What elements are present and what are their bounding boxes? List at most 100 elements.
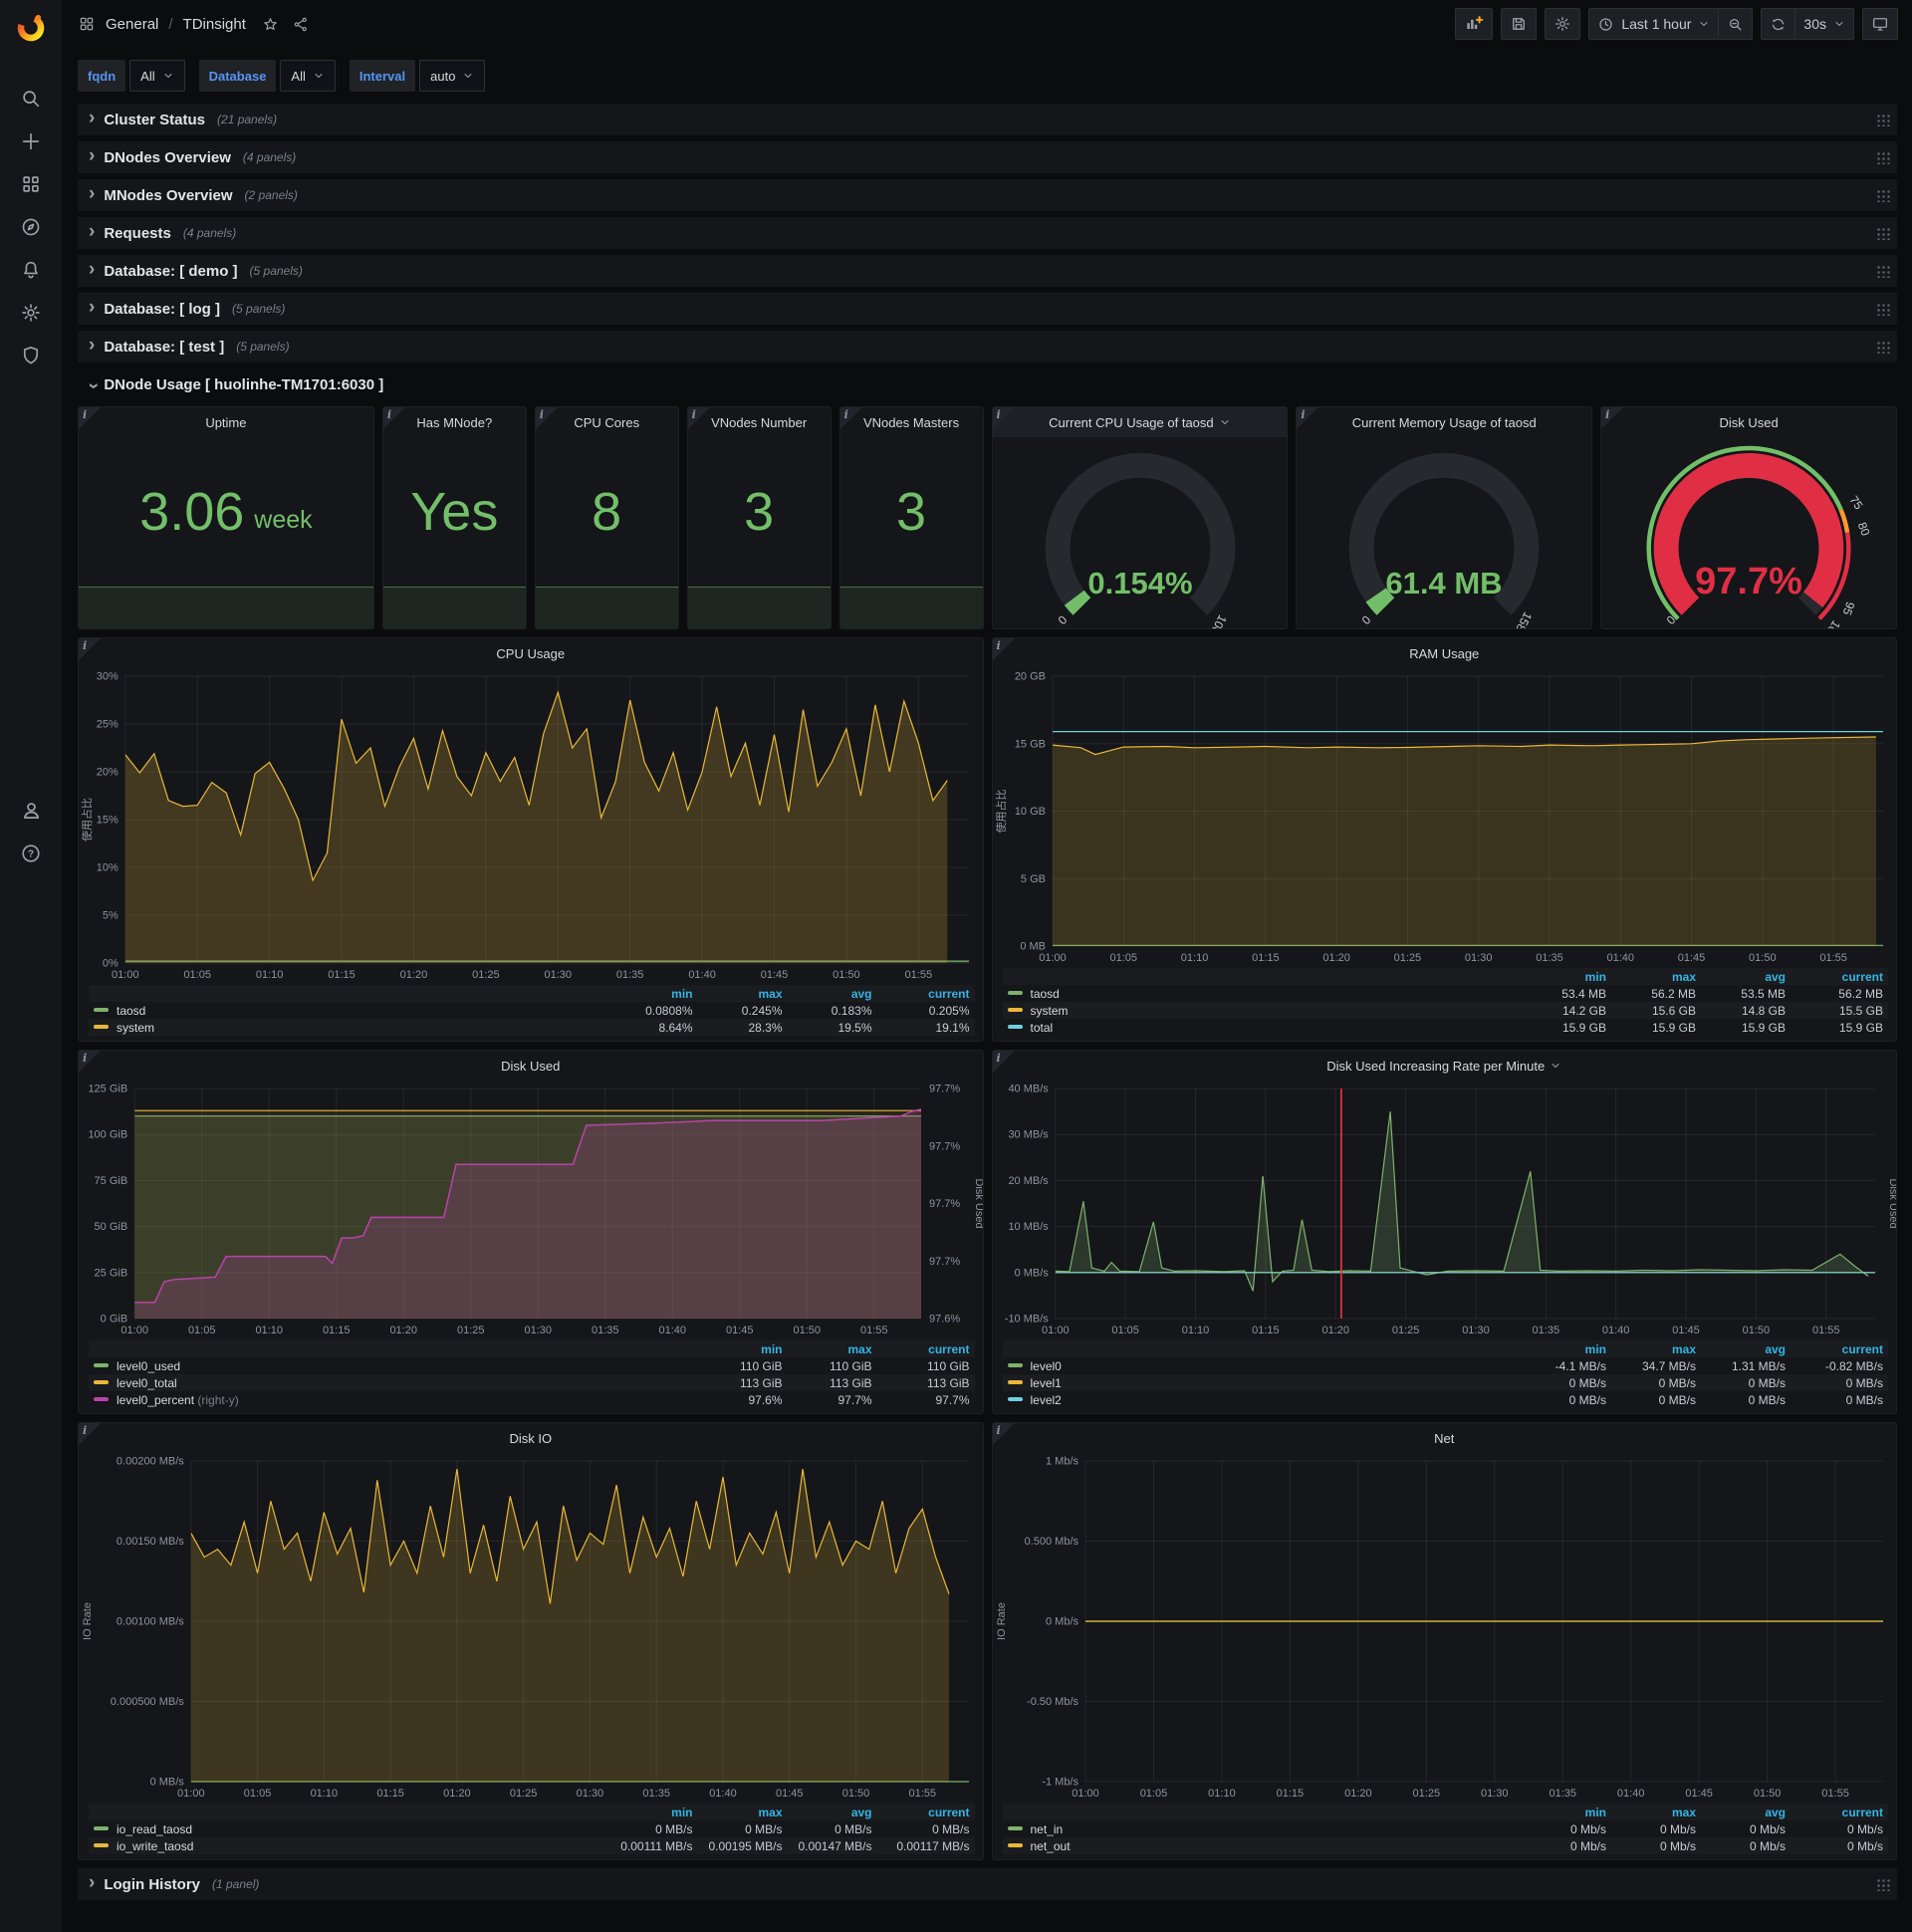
- legend-series-name[interactable]: total: [1003, 1019, 1523, 1036]
- panel-info-icon[interactable]: i: [1297, 407, 1319, 429]
- help-icon[interactable]: ?: [9, 832, 53, 874]
- legend-series-name[interactable]: level0_percent (right-y): [89, 1391, 698, 1408]
- panel-info-icon[interactable]: i: [79, 638, 101, 660]
- panel-title[interactable]: Net: [993, 1423, 1897, 1453]
- legend-col-min[interactable]: min: [1522, 1804, 1611, 1820]
- dashboard-row[interactable]: › Database: [ test ] (5 panels): [78, 331, 1897, 362]
- legend-col-min[interactable]: min: [1522, 1340, 1611, 1357]
- alerting-bell-icon[interactable]: [9, 248, 53, 291]
- search-icon[interactable]: [9, 77, 53, 120]
- panel-title[interactable]: Disk Used Increasing Rate per Minute: [993, 1051, 1897, 1081]
- legend-col-avg[interactable]: avg: [1701, 968, 1791, 985]
- legend-col-min[interactable]: min: [608, 1804, 698, 1820]
- panel-info-icon[interactable]: i: [382, 407, 405, 429]
- panel-info-icon[interactable]: i: [1601, 407, 1624, 429]
- panel-title[interactable]: Current Memory Usage of taosd: [1297, 407, 1591, 437]
- add-panel-button[interactable]: [1455, 8, 1494, 40]
- legend-col-max[interactable]: max: [1611, 1340, 1701, 1357]
- panel-title[interactable]: Uptime: [79, 407, 373, 437]
- legend-series-name[interactable]: level2: [1003, 1391, 1523, 1408]
- panel-info-icon[interactable]: i: [992, 407, 1015, 429]
- legend-series-name[interactable]: level1: [1003, 1374, 1523, 1391]
- zoom-out-time-button[interactable]: [1718, 8, 1754, 40]
- row-drag-handle[interactable]: [1876, 114, 1890, 126]
- star-icon[interactable]: [262, 16, 279, 33]
- user-avatar-icon[interactable]: [9, 789, 53, 832]
- panel-info-icon[interactable]: i: [839, 407, 862, 429]
- panel-info-icon[interactable]: i: [79, 1051, 101, 1073]
- panel-title[interactable]: Disk Used: [1601, 407, 1896, 437]
- legend-col-min[interactable]: min: [1522, 968, 1611, 985]
- configuration-gear-icon[interactable]: [9, 291, 53, 334]
- dashboard-row-dnode-usage[interactable]: › DNode Usage [ huolinhe-TM1701:6030 ]: [78, 368, 1897, 400]
- legend-col-current[interactable]: current: [1791, 1804, 1888, 1820]
- variable-value-dropdown[interactable]: All: [280, 60, 336, 92]
- row-drag-handle[interactable]: [1876, 189, 1890, 202]
- legend-col-current[interactable]: current: [1791, 968, 1888, 985]
- dashboards-icon[interactable]: [9, 162, 53, 205]
- dashboard-row[interactable]: › Database: [ log ] (5 panels): [78, 293, 1897, 325]
- panel-info-icon[interactable]: i: [992, 1423, 1015, 1445]
- variable-label[interactable]: Interval: [349, 60, 416, 92]
- legend-col-current[interactable]: current: [877, 1804, 975, 1820]
- legend-series-name[interactable]: system: [1003, 1002, 1523, 1019]
- legend-col-avg[interactable]: avg: [1701, 1804, 1791, 1820]
- legend-series-name[interactable]: net_in: [1003, 1820, 1523, 1837]
- refresh-button[interactable]: [1761, 8, 1796, 40]
- row-drag-handle[interactable]: [1876, 151, 1890, 164]
- legend-col-min[interactable]: min: [608, 985, 698, 1002]
- save-dashboard-button[interactable]: [1501, 8, 1538, 40]
- legend-series-name[interactable]: taosd: [89, 1002, 608, 1019]
- panel-info-icon[interactable]: i: [992, 1051, 1015, 1073]
- panel-info-icon[interactable]: i: [992, 638, 1015, 660]
- legend-col-avg[interactable]: avg: [1701, 1340, 1791, 1357]
- legend-series-name[interactable]: taosd: [1003, 985, 1523, 1002]
- row-drag-handle[interactable]: [1876, 227, 1890, 240]
- breadcrumb-title[interactable]: TDinsight: [183, 16, 246, 33]
- explore-compass-icon[interactable]: [9, 205, 53, 248]
- panel-title[interactable]: Disk IO: [79, 1423, 983, 1453]
- legend-series-name[interactable]: level0: [1003, 1357, 1523, 1374]
- grafana-logo[interactable]: [14, 10, 48, 49]
- legend-col-max[interactable]: max: [698, 1804, 788, 1820]
- legend-col-max[interactable]: max: [1611, 968, 1701, 985]
- panel-title[interactable]: Disk Used: [79, 1051, 983, 1081]
- cycle-view-mode-button[interactable]: [1862, 8, 1898, 40]
- legend-series-name[interactable]: level0_total: [89, 1374, 698, 1391]
- dashboard-row[interactable]: › DNodes Overview (4 panels): [78, 141, 1897, 173]
- panel-info-icon[interactable]: i: [79, 407, 101, 429]
- panel-info-icon[interactable]: i: [79, 1423, 101, 1445]
- row-drag-handle[interactable]: [1876, 341, 1890, 354]
- legend-col-avg[interactable]: avg: [788, 1804, 877, 1820]
- dashboard-row[interactable]: › Cluster Status (21 panels): [78, 104, 1897, 135]
- variable-label[interactable]: Database: [198, 60, 277, 92]
- refresh-interval-dropdown[interactable]: 30s: [1794, 8, 1854, 40]
- panel-info-icon[interactable]: i: [535, 407, 558, 429]
- create-plus-icon[interactable]: [9, 120, 53, 162]
- variable-label[interactable]: fqdn: [78, 60, 126, 92]
- legend-col-avg[interactable]: avg: [788, 985, 877, 1002]
- time-range-button[interactable]: Last 1 hour: [1588, 8, 1720, 40]
- panel-title[interactable]: RAM Usage: [993, 638, 1897, 668]
- legend-col-min[interactable]: min: [698, 1340, 788, 1357]
- dashboard-settings-button[interactable]: [1545, 8, 1581, 40]
- row-drag-handle[interactable]: [1876, 303, 1890, 316]
- panel-title[interactable]: CPU Usage: [79, 638, 983, 668]
- legend-series-name[interactable]: io_read_taosd: [89, 1820, 608, 1837]
- breadcrumb-section[interactable]: General: [106, 16, 158, 33]
- panel-info-icon[interactable]: i: [687, 407, 710, 429]
- legend-series-name[interactable]: system: [89, 1019, 608, 1036]
- variable-value-dropdown[interactable]: auto: [419, 60, 486, 92]
- dashboard-row[interactable]: › Requests (4 panels): [78, 217, 1897, 249]
- dashboard-row[interactable]: › Login History (1 panel): [78, 1868, 1897, 1900]
- legend-col-current[interactable]: current: [1791, 1340, 1888, 1357]
- legend-col-current[interactable]: current: [877, 1340, 975, 1357]
- legend-col-current[interactable]: current: [877, 985, 975, 1002]
- dashboard-row[interactable]: › Database: [ demo ] (5 panels): [78, 255, 1897, 287]
- dashboard-row[interactable]: › MNodes Overview (2 panels): [78, 179, 1897, 211]
- share-icon[interactable]: [293, 16, 310, 33]
- variable-value-dropdown[interactable]: All: [129, 60, 185, 92]
- panel-title[interactable]: Current CPU Usage of taosd: [992, 407, 1288, 437]
- legend-col-max[interactable]: max: [698, 985, 788, 1002]
- legend-col-max[interactable]: max: [1611, 1804, 1701, 1820]
